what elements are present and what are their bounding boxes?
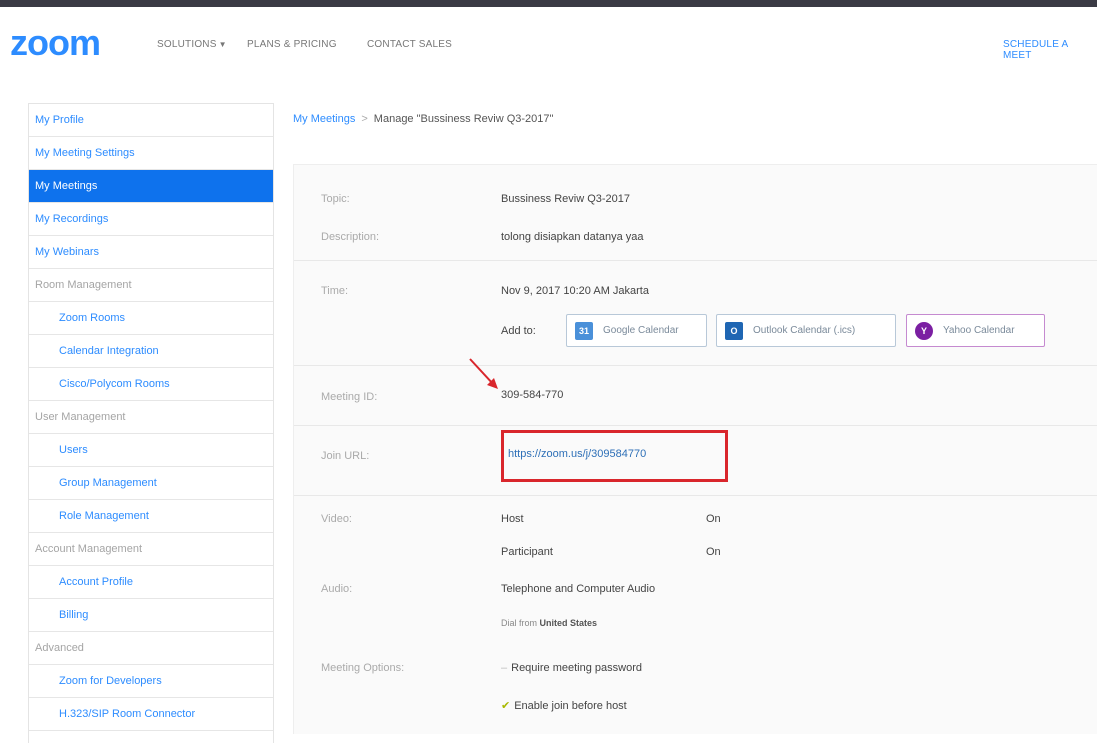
description-value: tolong disiapkan datanya yaa bbox=[501, 231, 644, 243]
meeting-id-label: Meeting ID: bbox=[321, 391, 378, 403]
sidebar-item-group-management[interactable]: Group Management bbox=[29, 467, 273, 500]
sidebar-item-billing[interactable]: Billing bbox=[29, 599, 273, 632]
sidebar-item-account-profile[interactable]: Account Profile bbox=[29, 566, 273, 599]
sidebar-item-my-recordings[interactable]: My Recordings bbox=[29, 203, 273, 236]
meeting-details-panel: Topic: Bussiness Reviw Q3-2017 Descripti… bbox=[293, 164, 1097, 734]
sidebar-section-account-management: Account Management bbox=[29, 533, 273, 566]
header: zoom SOLUTIONS ▼ PLANS & PRICING CONTACT … bbox=[0, 7, 1097, 73]
nav-solutions-label: SOLUTIONS bbox=[157, 39, 217, 50]
meeting-id-value: 309-584-770 bbox=[501, 389, 564, 401]
sidebar-item-zoom-rooms[interactable]: Zoom Rooms bbox=[29, 302, 273, 335]
breadcrumb-my-meetings[interactable]: My Meetings bbox=[293, 113, 355, 125]
annotation-arrow-icon bbox=[469, 358, 498, 389]
sidebar-item-my-meetings[interactable]: My Meetings bbox=[29, 170, 273, 203]
option-join-before-host: ✔ Enable join before host bbox=[501, 699, 627, 712]
divider bbox=[294, 365, 1097, 366]
sidebar-item-h323-sip-room-connector[interactable]: H.323/SIP Room Connector bbox=[29, 698, 273, 731]
google-calendar-label: Google Calendar bbox=[603, 325, 679, 336]
divider bbox=[294, 495, 1097, 496]
nav-solutions[interactable]: SOLUTIONS ▼ bbox=[157, 39, 227, 50]
video-label: Video: bbox=[321, 513, 352, 525]
meeting-options-label: Meeting Options: bbox=[321, 662, 405, 674]
sidebar-item-cisco-polycom-rooms[interactable]: Cisco/Polycom Rooms bbox=[29, 368, 273, 401]
divider bbox=[294, 260, 1097, 261]
top-stripe bbox=[0, 0, 1097, 7]
dial-from: Dial from United States bbox=[501, 618, 597, 628]
breadcrumb-current: Manage "Bussiness Reviw Q3-2017" bbox=[373, 113, 554, 125]
sidebar-section-user-management: User Management bbox=[29, 401, 273, 434]
yahoo-calendar-button[interactable]: Y Yahoo Calendar bbox=[906, 314, 1045, 347]
breadcrumb: My Meetings > Manage "Bussiness Reviw Q3-2… bbox=[293, 113, 553, 125]
yahoo-calendar-label: Yahoo Calendar bbox=[943, 325, 1015, 336]
chevron-down-icon: ▼ bbox=[218, 40, 227, 49]
google-calendar-button[interactable]: 31 Google Calendar bbox=[566, 314, 707, 347]
divider bbox=[294, 425, 1097, 426]
sidebar-item-my-webinars[interactable]: My Webinars bbox=[29, 236, 273, 269]
sidebar-item-my-profile[interactable]: My Profile bbox=[29, 104, 273, 137]
dial-from-prefix: Dial from bbox=[501, 618, 538, 628]
video-participant-value: On bbox=[706, 546, 721, 558]
nav-plans-pricing[interactable]: PLANS & PRICING bbox=[247, 39, 337, 50]
option-require-password: – Require meeting password bbox=[501, 662, 642, 674]
nav-schedule-meeting[interactable]: SCHEDULE A MEET bbox=[1003, 39, 1097, 61]
outlook-calendar-button[interactable]: O Outlook Calendar (.ics) bbox=[716, 314, 896, 347]
audio-value: Telephone and Computer Audio bbox=[501, 583, 656, 595]
video-host-value: On bbox=[706, 513, 721, 525]
time-value: Nov 9, 2017 10:20 AM Jakarta bbox=[501, 285, 649, 297]
time-label: Time: bbox=[321, 285, 349, 297]
video-participant-label: Participant bbox=[501, 546, 553, 558]
join-url-link[interactable]: https://zoom.us/j/309584770 bbox=[508, 448, 646, 460]
sidebar-item-zoom-for-developers[interactable]: Zoom for Developers bbox=[29, 665, 273, 698]
sidebar-item-meeting-settings[interactable]: My Meeting Settings bbox=[29, 137, 273, 170]
zoom-logo[interactable]: zoom bbox=[10, 25, 101, 61]
description-label: Description: bbox=[321, 231, 380, 243]
sidebar-item-calendar-integration[interactable]: Calendar Integration bbox=[29, 335, 273, 368]
option-join-before-host-label: Enable join before host bbox=[514, 700, 627, 712]
breadcrumb-separator: > bbox=[361, 113, 368, 125]
sidebar-section-advanced: Advanced bbox=[29, 632, 273, 665]
outlook-icon: O bbox=[725, 322, 743, 340]
sidebar-item-users[interactable]: Users bbox=[29, 434, 273, 467]
dial-from-country[interactable]: United States bbox=[540, 618, 598, 628]
sidebar: My Profile My Meeting Settings My Meetin… bbox=[28, 103, 274, 743]
outlook-calendar-label: Outlook Calendar (.ics) bbox=[753, 325, 856, 336]
video-host-label: Host bbox=[501, 513, 524, 525]
audio-label: Audio: bbox=[321, 583, 353, 595]
join-url-label: Join URL: bbox=[321, 450, 370, 462]
yahoo-icon: Y bbox=[915, 322, 933, 340]
checkmark-icon: ✔ bbox=[501, 700, 511, 712]
option-require-password-label: Require meeting password bbox=[511, 662, 642, 674]
add-to-label: Add to: bbox=[501, 325, 536, 337]
sidebar-item-role-management[interactable]: Role Management bbox=[29, 500, 273, 533]
unchecked-icon: – bbox=[501, 662, 508, 674]
sidebar-section-room-management: Room Management bbox=[29, 269, 273, 302]
nav-contact-sales[interactable]: CONTACT SALES bbox=[367, 39, 452, 50]
topic-value: Bussiness Reviw Q3-2017 bbox=[501, 193, 631, 205]
topic-label: Topic: bbox=[321, 193, 350, 205]
google-calendar-icon: 31 bbox=[575, 322, 593, 340]
